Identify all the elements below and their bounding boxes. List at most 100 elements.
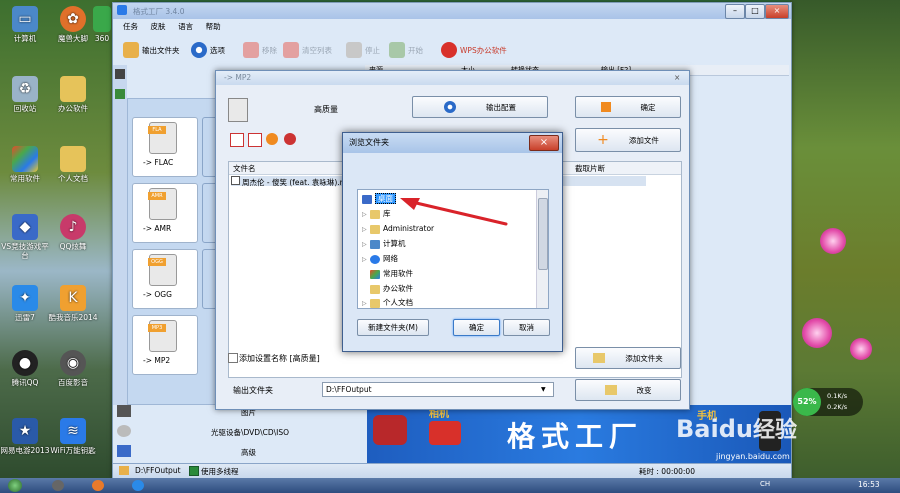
new-folder-button[interactable]: 新建文件夹(M) [357, 319, 429, 336]
desktop-icon-360[interactable]: 360 [90, 6, 114, 43]
browse-cancel-button[interactable]: 取消 [503, 319, 550, 336]
remove-icon [243, 42, 259, 58]
desktop-icon-kuwo[interactable]: K 酷我音乐2014 [48, 285, 98, 322]
format-amr-button[interactable]: AMR -> AMR [132, 183, 198, 243]
menu-skin[interactable]: 皮肤 [151, 20, 166, 34]
add-setting-name-checkbox[interactable] [228, 353, 238, 363]
stop-icon [346, 42, 362, 58]
taskbar-app-icon[interactable] [52, 480, 64, 491]
tree-node-office[interactable]: 办公软件 [362, 282, 413, 296]
network-icon [370, 254, 380, 264]
banner-title: 格式工厂 [507, 420, 644, 453]
multithread-checkbox[interactable] [189, 466, 199, 476]
folder-icon [370, 284, 380, 294]
minimize-button[interactable]: – [725, 4, 745, 19]
folder-icon [604, 385, 617, 395]
add-file-button[interactable]: + 添加文件 [575, 128, 681, 152]
maximize-button[interactable]: □ [745, 4, 765, 19]
tree-scrollbar[interactable] [536, 190, 548, 308]
browse-folder-dialog: 浏览文件夹 × 桌面 ▷ 库 ▷ Administrator ▷ 计算机 ▷ 网络 常用… [342, 132, 563, 352]
remove-file-icon[interactable] [230, 133, 244, 147]
category-optical[interactable]: 光驱设备\DVD\CD\ISO [211, 427, 289, 438]
play-icon[interactable] [266, 133, 278, 145]
browse-ok-button[interactable]: 确定 [453, 319, 500, 336]
desktop-icon-xunlei[interactable]: ✦ 迅雷7 [0, 285, 50, 322]
watermark-url: jingyan.baidu.com [716, 452, 790, 461]
desktop-icon-qq[interactable]: ● 腾讯QQ [0, 350, 50, 387]
file-action-icons [230, 133, 320, 147]
format-flac-button[interactable]: FLA -> FLAC [132, 117, 198, 177]
desktop-icon-computer[interactable]: ▭ 计算机 [0, 6, 50, 43]
tree-node-desktop[interactable]: 桌面 [362, 192, 396, 206]
taskbar-app-icon[interactable] [92, 480, 104, 491]
desktop-icon-recycle[interactable]: ♻ 回收站 [0, 76, 50, 113]
scroll-thumb[interactable] [538, 198, 548, 270]
format-mp2-button[interactable]: MP3 -> MP2 [132, 315, 198, 375]
video-icon[interactable] [115, 69, 125, 79]
tree-node-documents[interactable]: ▷ 个人文档 [362, 296, 413, 310]
wps-button[interactable]: WPS办公软件 [441, 40, 507, 60]
language-indicator[interactable]: CH [760, 480, 770, 488]
clear-list-button[interactable]: 清空列表 [283, 40, 332, 60]
output-config-button[interactable]: 输出配置 [412, 96, 548, 118]
plus-icon: + [597, 132, 609, 148]
confirm-button[interactable]: 确定 [575, 96, 681, 118]
desktop-icon-common[interactable]: 常用软件 [0, 146, 50, 183]
audio-format-panel: FLA -> FLAC AMR -> AMR OGG -> OGG MP3 -> MP2 [127, 98, 227, 405]
record-icon[interactable] [284, 133, 296, 145]
shield-icon: ◆ [12, 214, 38, 240]
annotation-arrow-icon [400, 198, 508, 226]
expand-arrow-icon[interactable]: ▷ [362, 208, 370, 222]
output-folder-label: 输出文件夹 [233, 386, 273, 395]
tree-node-common-software[interactable]: 常用软件 [362, 267, 413, 281]
menu-task[interactable]: 任务 [123, 20, 138, 34]
add-setting-name-label: 添加设置名称 [高质量] [239, 354, 320, 363]
desktop-icon-baiduplayer[interactable]: ◉ 百度影音 [48, 350, 98, 387]
qqdance-icon: ♪ [60, 214, 86, 240]
network-speed-widget[interactable]: 52% 0.1K/s 0.2K/s [793, 388, 863, 416]
desktop-icon-qqdance[interactable]: ♪ QQ炫舞 [48, 214, 98, 251]
dialog-close-icon[interactable]: × [674, 71, 680, 85]
desktop-icon-netease[interactable]: ★ 网易电游2013 [0, 418, 50, 455]
flower-decoration [850, 338, 872, 360]
desktop-icon-vs[interactable]: ◆ VS竞技游戏平台 [0, 214, 50, 260]
tree-node-library[interactable]: ▷ 库 [362, 207, 391, 221]
expand-arrow-icon[interactable]: ▷ [362, 238, 370, 252]
music-icon[interactable] [115, 89, 125, 99]
thunder-icon: ✦ [12, 285, 38, 311]
start-icon [389, 42, 405, 58]
remove-button[interactable]: 移除 [243, 40, 277, 60]
stop-button[interactable]: 停止 [346, 40, 380, 60]
film-reel-icon: ◉ [60, 350, 86, 376]
add-folder-button[interactable]: 添加文件夹 [575, 347, 681, 369]
desktop-icon-wifi[interactable]: ≋ WiFi万能钥匙 [48, 418, 98, 455]
desktop-icon-office[interactable]: 办公软件 [48, 76, 98, 113]
format-ogg-button[interactable]: OGG -> OGG [132, 249, 198, 309]
desktop-icon-documents[interactable]: 个人文档 [48, 146, 98, 183]
desktop-icon [362, 194, 372, 204]
clear-files-icon[interactable] [248, 133, 262, 147]
options-button[interactable]: 选项 [191, 40, 225, 60]
output-folder-select[interactable]: D:\FFOutput ▼ [322, 382, 554, 397]
expand-arrow-icon[interactable]: ▷ [362, 223, 370, 237]
clock[interactable]: 16:53 [858, 480, 880, 489]
expand-arrow-icon[interactable]: ▷ [362, 253, 370, 267]
start-orb-icon[interactable] [8, 479, 22, 492]
change-button[interactable]: 改变 [575, 379, 681, 401]
taskbar-app-icon[interactable] [132, 480, 144, 491]
output-folder-button[interactable]: 输出文件夹 [123, 40, 180, 60]
expand-arrow-icon[interactable]: ▷ [362, 297, 370, 311]
folder-icon [119, 466, 129, 475]
close-button[interactable]: × [765, 4, 789, 19]
camcorder-icon [373, 415, 407, 445]
menu-language[interactable]: 语言 [178, 20, 193, 34]
tree-node-network[interactable]: ▷ 网络 [362, 252, 398, 266]
start-button[interactable]: 开始 [389, 40, 423, 60]
tree-node-computer[interactable]: ▷ 计算机 [362, 237, 406, 251]
category-advanced[interactable]: 高级 [241, 447, 256, 458]
camera-icon [429, 421, 461, 445]
menu-help[interactable]: 帮助 [206, 20, 221, 34]
folder-icon [60, 76, 86, 102]
status-output-path[interactable]: D:\FFOutput [135, 466, 181, 475]
browse-close-button[interactable]: × [529, 135, 559, 151]
